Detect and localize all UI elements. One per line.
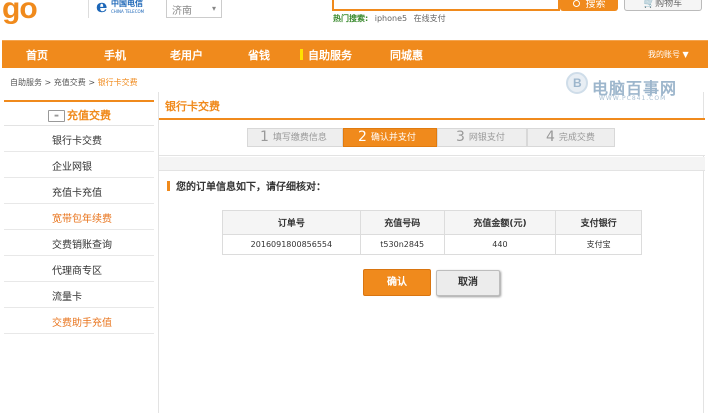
progress-steps: 1 填写缴费信息 2 确认并支付 3 网银支付 4 完成交费 bbox=[159, 120, 705, 156]
main-nav: 首页 手机 老用户 省钱 自助服务 同城惠 我的账号 ▼ bbox=[2, 40, 708, 68]
nav-item-save-money[interactable]: 省钱 bbox=[248, 47, 270, 63]
sidebar: ▬ 充值交费 银行卡交费 企业网银 充值卡充值 宽带包年续费 交费销账查询 代理… bbox=[4, 100, 154, 413]
china-telecom-logo[interactable]: e 中国电信 CHINA TELECOM bbox=[96, 0, 154, 20]
sidebar-item-data-card[interactable]: 流量卡 bbox=[4, 282, 154, 308]
hot-search-label: 热门搜索: bbox=[333, 14, 369, 23]
nav-item-home[interactable]: 首页 bbox=[26, 47, 48, 63]
nav-item-existing-users[interactable]: 老用户 bbox=[170, 47, 203, 63]
search-input[interactable] bbox=[332, 0, 560, 11]
city-label: 济南 bbox=[172, 6, 192, 17]
step-number: 4 bbox=[546, 129, 555, 145]
table-row: 2016091800856554 t530n2845 440 支付宝 bbox=[222, 234, 642, 255]
top-bar: go e 中国电信 CHINA TELECOM 济南 ▾ 搜索 🛒购物车 热门搜… bbox=[0, 0, 708, 40]
table-header: 支付银行 bbox=[555, 210, 642, 235]
table-header: 充值号码 bbox=[359, 210, 445, 235]
telecom-e-icon: e bbox=[96, 0, 108, 17]
payment-bank-cell: 支付宝 bbox=[555, 234, 642, 255]
step-number: 2 bbox=[358, 129, 367, 145]
hot-search-link[interactable]: 在线支付 bbox=[414, 14, 446, 23]
search-button[interactable]: 搜索 bbox=[560, 0, 618, 11]
order-table: 订单号 充值号码 充值金额(元) 支付银行 2016091800856554 t… bbox=[222, 210, 642, 255]
table-header: 充值金额(元) bbox=[443, 210, 557, 235]
my-account-menu[interactable]: 我的账号 ▼ bbox=[648, 49, 689, 60]
step-label: 网银支付 bbox=[468, 133, 505, 143]
nav-active-marker bbox=[300, 49, 303, 60]
hot-search-link[interactable]: iphone5 bbox=[375, 14, 407, 23]
step-number: 1 bbox=[260, 129, 269, 145]
search-icon bbox=[572, 0, 580, 7]
telecom-name-cn: 中国电信 bbox=[111, 0, 143, 8]
step-label: 完成交费 bbox=[558, 133, 595, 143]
watermark-logo-icon bbox=[566, 72, 588, 94]
sidebar-list: 银行卡交费 企业网银 充值卡充值 宽带包年续费 交费销账查询 代理商专区 流量卡… bbox=[4, 126, 154, 334]
step-2-active: 2 确认并支付 bbox=[343, 128, 437, 147]
breadcrumb: 自助服务 > 充值交费 > 银行卡交费 bbox=[10, 77, 138, 88]
step-label: 确认并支付 bbox=[370, 133, 416, 143]
site-logo[interactable]: go bbox=[2, 0, 38, 26]
page-title: 银行卡交费 bbox=[165, 100, 220, 113]
step-1: 1 填写缴费信息 bbox=[247, 128, 343, 147]
section-divider bbox=[159, 157, 705, 171]
sidebar-header: ▬ 充值交费 bbox=[4, 100, 154, 126]
breadcrumb-link[interactable]: 自助服务 bbox=[10, 78, 42, 87]
logo-divider bbox=[88, 0, 89, 18]
breadcrumb-separator: > bbox=[42, 78, 54, 87]
step-number: 3 bbox=[456, 129, 465, 145]
table-header-row: 订单号 充值号码 充值金额(元) 支付银行 bbox=[222, 210, 642, 235]
step-4: 4 完成交费 bbox=[527, 128, 615, 147]
sidebar-item-agent-zone[interactable]: 代理商专区 bbox=[4, 256, 154, 282]
cart-button-label: 购物车 bbox=[655, 0, 683, 9]
order-number-cell: 2016091800856554 bbox=[222, 234, 361, 255]
table-header: 订单号 bbox=[222, 210, 361, 235]
nav-item-self-service[interactable]: 自助服务 bbox=[308, 47, 352, 63]
breadcrumb-current: 银行卡交费 bbox=[97, 78, 138, 87]
sidebar-item-payment-assistant[interactable]: 交费助手充值 bbox=[4, 308, 154, 334]
card-icon: ▬ bbox=[48, 110, 65, 122]
sidebar-item-bank-card-payment[interactable]: 银行卡交费 bbox=[4, 126, 154, 152]
recharge-amount-cell: 440 bbox=[443, 234, 557, 255]
hot-search: 热门搜索: iphone5 在线支付 bbox=[333, 13, 450, 24]
step-label: 填写缴费信息 bbox=[272, 133, 327, 143]
main-panel: 银行卡交费 1 填写缴费信息 2 确认并支付 3 网银支付 4 完成交费 您的订单信息如… bbox=[158, 92, 705, 413]
recharge-number-cell: t530n2845 bbox=[359, 234, 445, 255]
sidebar-item-corporate-banking[interactable]: 企业网银 bbox=[4, 152, 154, 178]
confirm-button[interactable]: 确认 bbox=[363, 269, 431, 296]
sidebar-item-recharge-card[interactable]: 充值卡充值 bbox=[4, 178, 154, 204]
sidebar-item-payment-query[interactable]: 交费销账查询 bbox=[4, 230, 154, 256]
cart-icon: 🛒 bbox=[643, 0, 656, 9]
cancel-button[interactable]: 取消 bbox=[436, 270, 500, 296]
sidebar-item-broadband-renewal[interactable]: 宽带包年续费 bbox=[4, 204, 154, 230]
heading-marker bbox=[167, 181, 170, 191]
chevron-down-icon: ▾ bbox=[211, 4, 216, 13]
order-info-heading: 您的订单信息如下，请仔细核对： bbox=[167, 178, 326, 193]
step-3: 3 网银支付 bbox=[437, 128, 527, 147]
sidebar-title: 充值交费 bbox=[67, 109, 111, 122]
nav-item-phone[interactable]: 手机 bbox=[104, 47, 126, 63]
order-info-text: 您的订单信息如下，请仔细核对： bbox=[176, 182, 326, 193]
telecom-name-en: CHINA TELECOM bbox=[111, 9, 145, 14]
nav-item-local-deals[interactable]: 同城惠 bbox=[390, 47, 423, 63]
breadcrumb-separator: > bbox=[85, 78, 98, 87]
cart-button[interactable]: 🛒购物车 bbox=[624, 0, 702, 11]
search-button-label: 搜索 bbox=[585, 0, 606, 10]
city-selector[interactable]: 济南 ▾ bbox=[166, 0, 222, 18]
breadcrumb-link[interactable]: 充值交费 bbox=[54, 78, 86, 87]
